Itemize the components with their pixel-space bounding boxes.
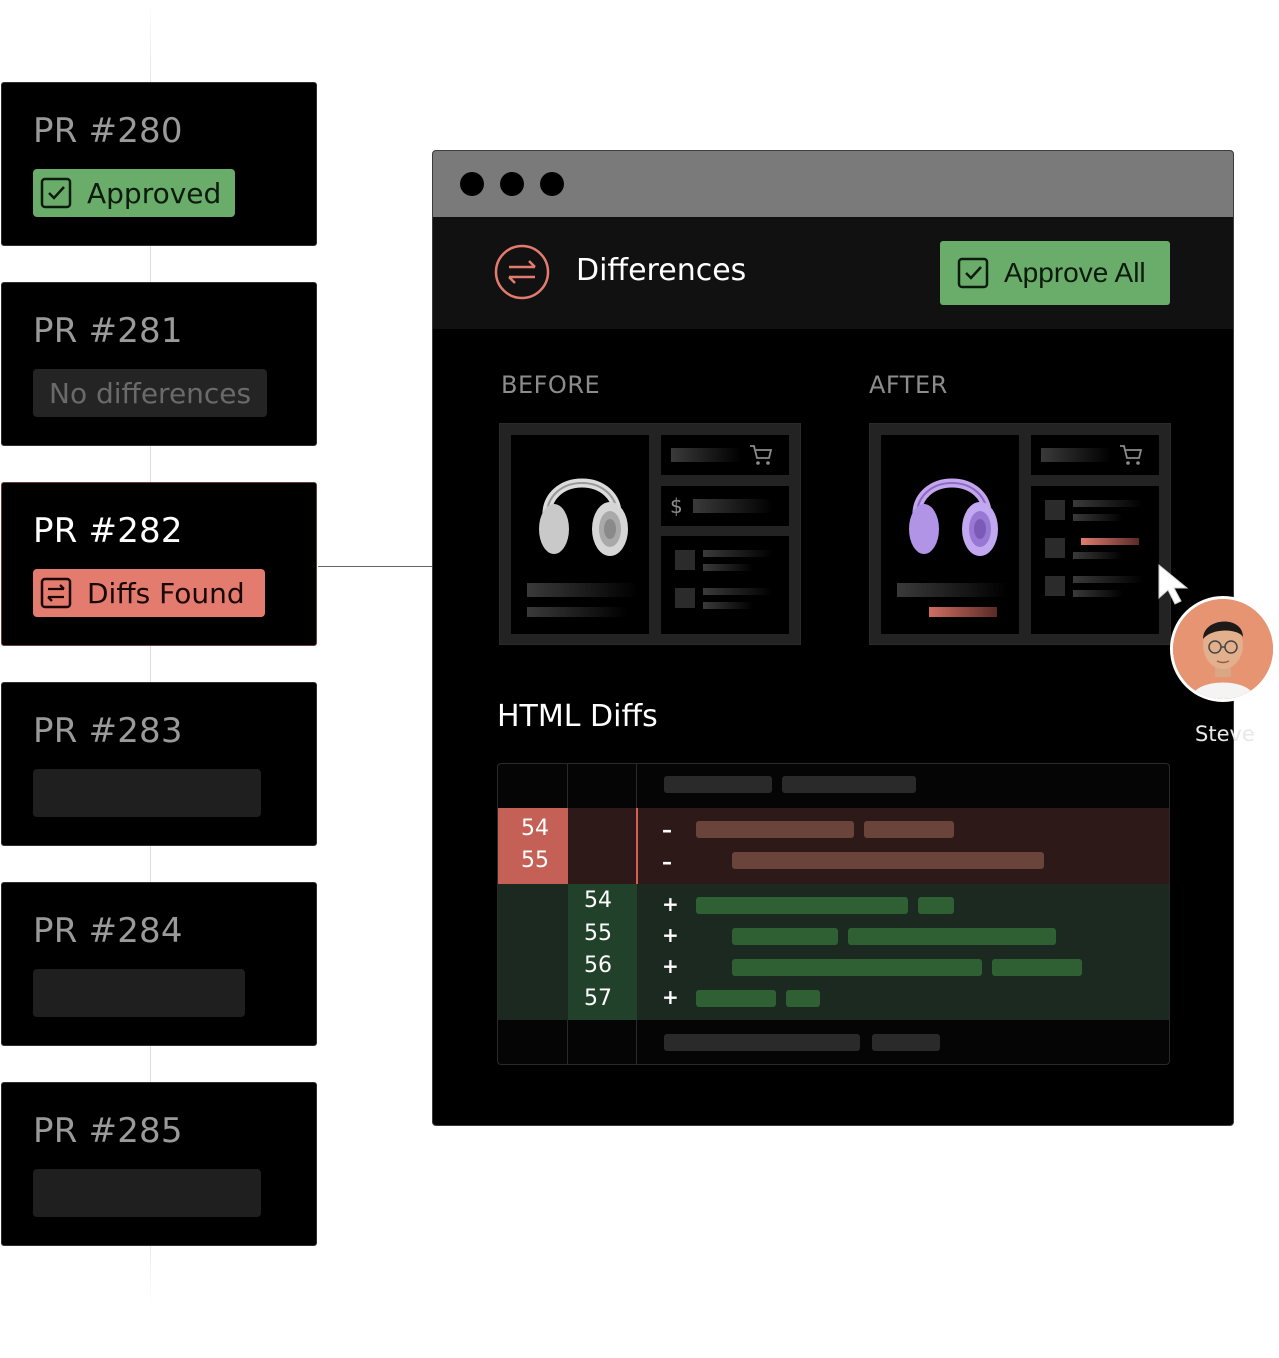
check-square-icon <box>40 177 72 209</box>
collaborator-name: Steve <box>1195 722 1255 746</box>
line-number: 54 <box>584 888 612 913</box>
added-sign: + <box>662 923 679 947</box>
status-badge-approved: Approved <box>33 169 236 217</box>
added-sign: + <box>662 892 679 916</box>
pr-card-282[interactable]: PR #282 Diffs Found <box>1 482 317 646</box>
code-placeholder <box>782 776 916 793</box>
removed-sign: – <box>662 818 672 842</box>
text-placeholder <box>527 607 627 617</box>
before-preview[interactable]: $ <box>499 423 801 645</box>
status-badge-label: No differences <box>49 376 252 410</box>
cart-row <box>661 435 789 475</box>
code-placeholder <box>664 776 772 793</box>
differences-window: Differences Approve All BEFORE AFTER $ H… <box>432 150 1234 1126</box>
after-label: AFTER <box>869 371 948 399</box>
line-number: 57 <box>584 986 612 1011</box>
window-titlebar <box>433 151 1233 217</box>
line-number: 55 <box>584 921 612 946</box>
product-card <box>881 435 1019 634</box>
line-number: 55 <box>521 848 549 873</box>
code-placeholder <box>872 1034 940 1051</box>
text-placeholder <box>897 583 1007 597</box>
text-placeholder <box>1041 448 1111 462</box>
cart-row <box>1031 435 1159 475</box>
pr-card-285[interactable]: PR #285 <box>1 1082 317 1246</box>
details-panel <box>661 536 789 634</box>
headphones-image <box>909 478 998 556</box>
approve-all-label: Approve All <box>1004 257 1146 288</box>
status-badge-no-differences: No differences <box>33 369 268 417</box>
removed-sign: – <box>662 850 672 874</box>
diff-added-block: 54 55 56 57 + + + + <box>498 884 1169 1020</box>
status-badge-label: Diffs Found <box>87 576 245 610</box>
line-number: 56 <box>584 953 612 978</box>
price-placeholder <box>693 499 773 513</box>
window-close-dot[interactable] <box>460 172 484 196</box>
avatar[interactable] <box>1170 596 1276 702</box>
pr-title: PR #282 <box>33 511 183 551</box>
html-diffs-title: HTML Diffs <box>497 699 658 734</box>
window-minimize-dot[interactable] <box>500 172 524 196</box>
status-badge-placeholder <box>33 969 245 1017</box>
added-sign: + <box>662 985 679 1009</box>
line-number: 54 <box>521 816 549 841</box>
swap-arrows-icon <box>494 244 550 300</box>
before-label: BEFORE <box>501 371 601 399</box>
pr-title: PR #280 <box>33 111 183 151</box>
pr-card-281[interactable]: PR #281 No differences <box>1 282 317 446</box>
cart-icon[interactable] <box>1118 443 1144 467</box>
pr-title: PR #281 <box>33 311 183 351</box>
page-title: Differences <box>576 253 747 288</box>
cart-icon[interactable] <box>748 443 774 467</box>
pr-title: PR #283 <box>33 711 183 751</box>
pr-card-284[interactable]: PR #284 <box>1 882 317 1046</box>
pr-card-280[interactable]: PR #280 Approved <box>1 82 317 246</box>
code-placeholder <box>664 1034 860 1051</box>
details-panel <box>1031 486 1159 634</box>
after-preview[interactable] <box>869 423 1171 645</box>
changed-placeholder <box>929 607 997 617</box>
status-badge-label: Approved <box>87 176 222 210</box>
text-placeholder <box>527 583 637 597</box>
product-card <box>511 435 649 634</box>
diff-removed-block: 54 55 – – <box>498 808 1169 884</box>
check-square-icon <box>957 257 989 289</box>
added-sign: + <box>662 954 679 978</box>
pr-card-283[interactable]: PR #283 <box>1 682 317 846</box>
text-placeholder <box>671 448 741 462</box>
avatar-portrait <box>1173 599 1273 699</box>
status-badge-diffs-found: Diffs Found <box>33 569 265 617</box>
status-badge-placeholder <box>33 1169 261 1217</box>
pointer-cursor-icon <box>1158 563 1189 605</box>
connector-line <box>318 566 434 567</box>
window-header: Differences Approve All <box>433 217 1233 329</box>
window-maximize-dot[interactable] <box>540 172 564 196</box>
pr-title: PR #284 <box>33 911 183 951</box>
pr-title: PR #285 <box>33 1111 183 1151</box>
html-diff-table: 54 55 – – 54 55 56 57 + + + + <box>497 763 1170 1065</box>
status-badge-placeholder <box>33 769 261 817</box>
headphones-image <box>539 478 628 556</box>
approve-all-button[interactable]: Approve All <box>940 241 1170 305</box>
price-symbol: $ <box>670 494 683 518</box>
price-row: $ <box>661 486 789 526</box>
diff-doc-icon <box>40 577 72 609</box>
